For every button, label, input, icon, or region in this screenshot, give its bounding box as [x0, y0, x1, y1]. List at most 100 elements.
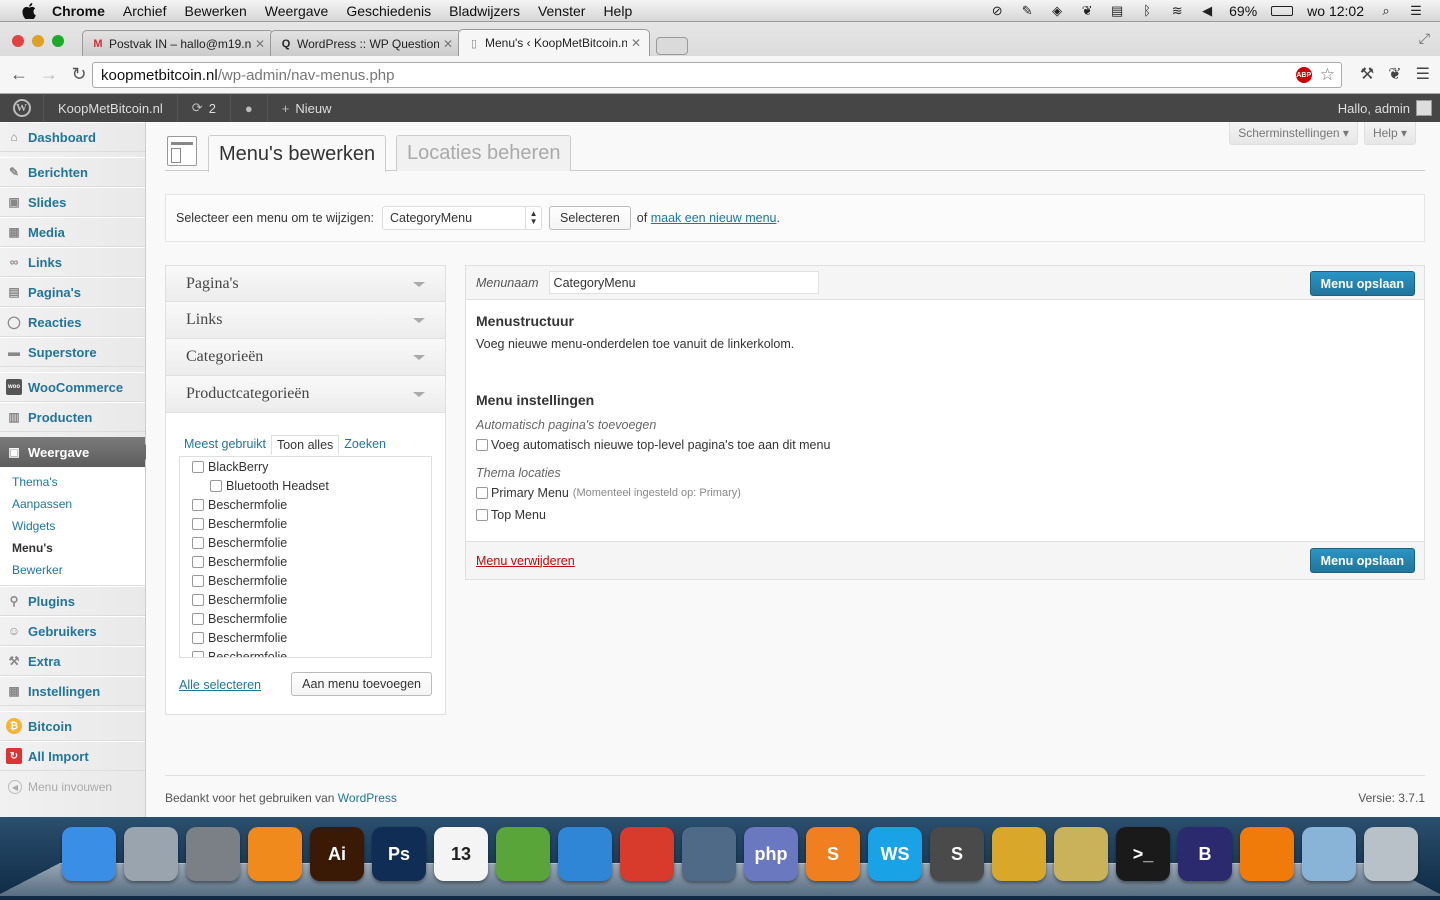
sidebar-item-all-import[interactable]: ↻ All Import: [0, 741, 145, 771]
adminbar-site-name[interactable]: KoopMetBitcoin.nl: [44, 94, 178, 122]
submenu-aanpassen[interactable]: Aanpassen: [0, 493, 145, 515]
category-item[interactable]: Beschermfolie: [180, 495, 431, 514]
database-icon[interactable]: [992, 827, 1046, 881]
tab-meest-gebruikt[interactable]: Meest gebruikt: [179, 435, 271, 455]
sidebar-item-weergave[interactable]: ▣ Weergave: [0, 437, 153, 467]
sidebar-item-slides[interactable]: ▣ Slides: [0, 187, 145, 217]
atom-icon[interactable]: B: [1178, 827, 1232, 881]
category-item[interactable]: Beschermfolie: [180, 590, 431, 609]
sidebar-item-woocommerce[interactable]: woo WooCommerce: [0, 372, 145, 402]
category-item[interactable]: Beschermfolie: [180, 609, 431, 628]
apple-icon[interactable]: [20, 2, 38, 20]
system-preferences-icon[interactable]: [186, 827, 240, 881]
wrench-icon[interactable]: ✎: [1019, 3, 1035, 18]
add-to-menu-button[interactable]: Aan menu toevoegen: [291, 672, 432, 696]
sidebar-item-superstore[interactable]: ▬ Superstore: [0, 337, 145, 367]
menu-name-input[interactable]: CategoryMenu: [548, 271, 819, 294]
category-checkbox[interactable]: [192, 536, 204, 549]
category-item[interactable]: Beschermfolie: [180, 533, 431, 552]
chrome-icon[interactable]: [620, 827, 674, 881]
clock[interactable]: wo 12:02: [1307, 3, 1364, 19]
bluetooth-icon[interactable]: ᛒ: [1139, 3, 1155, 18]
category-checkbox[interactable]: [192, 517, 204, 530]
sidebar-item-instellingen[interactable]: ▦ Instellingen: [0, 676, 145, 706]
menu-bewerken[interactable]: Bewerken: [184, 3, 246, 19]
primary-menu-checkbox[interactable]: [476, 487, 488, 499]
tab-close-icon[interactable]: ✕: [443, 37, 453, 51]
category-checkbox[interactable]: [192, 650, 204, 657]
address-bar[interactable]: koopmetbitcoin.nl/wp-admin/nav-menus.php…: [92, 62, 1342, 88]
evernote-menu-icon[interactable]: ❦: [1079, 3, 1095, 18]
chrome-menu-icon[interactable]: ☰: [1416, 64, 1430, 84]
create-new-menu-link[interactable]: maak een nieuw menu: [651, 211, 777, 225]
category-checklist[interactable]: BlackBerry Bluetooth Headset Beschermfolie…: [179, 456, 432, 658]
extension-wrench-icon[interactable]: ⚒: [1360, 64, 1374, 84]
illustrator-icon[interactable]: Ai: [310, 827, 364, 881]
fullscreen-icon[interactable]: ⤢: [1419, 30, 1430, 47]
sidebar-item-links[interactable]: ∞ Links: [0, 247, 145, 277]
browser-tab-gmail[interactable]: M Postvak IN – hallo@m19.nl ✕: [82, 30, 274, 56]
accordion-section-links[interactable]: Links: [165, 302, 446, 339]
sidebar-item-bitcoin[interactable]: ₿ Bitcoin: [0, 711, 145, 741]
hdd-icon[interactable]: ▤: [1109, 3, 1125, 18]
category-checkbox[interactable]: [192, 498, 204, 511]
category-checkbox[interactable]: [192, 574, 204, 587]
dropbox-icon[interactable]: ◈: [1049, 3, 1065, 18]
sidebar-item-plugins[interactable]: ⚲ Plugins: [0, 586, 145, 616]
webstorm-icon[interactable]: WS: [868, 827, 922, 881]
submenu-widgets[interactable]: Widgets: [0, 515, 145, 537]
reload-icon[interactable]: ↻: [68, 64, 90, 86]
evernote-icon[interactable]: [496, 827, 550, 881]
accordion-section-categorieen[interactable]: Categorieën: [165, 339, 446, 376]
category-checkbox[interactable]: [192, 612, 204, 625]
auto-add-option[interactable]: Voeg automatisch nieuwe top-level pagina…: [476, 438, 1414, 452]
select-all-link[interactable]: Alle selecteren: [179, 678, 261, 692]
wordpress-logo-icon[interactable]: W: [0, 94, 44, 122]
close-window-button[interactable]: [12, 35, 24, 47]
submenu-menus[interactable]: Menu's: [0, 537, 145, 559]
php-icon[interactable]: php: [744, 827, 798, 881]
wifi-icon[interactable]: ≋: [1169, 3, 1185, 18]
vlc-icon[interactable]: [1240, 827, 1294, 881]
category-item[interactable]: BlackBerry: [180, 457, 431, 476]
notification-center-icon[interactable]: ☰: [1408, 3, 1424, 18]
sidebar-item-berichten[interactable]: ✎ Berichten: [0, 157, 145, 187]
battery-icon[interactable]: [1271, 5, 1294, 16]
launchpad-icon[interactable]: [124, 827, 178, 881]
top-menu-checkbox[interactable]: [476, 509, 488, 521]
new-tab-button[interactable]: [656, 37, 688, 55]
browser-tab-wpquestions[interactable]: Q WordPress :: WP Questions ✕: [270, 30, 462, 56]
battery-percent[interactable]: 69%: [1229, 3, 1257, 19]
adblock-icon[interactable]: ABP: [1295, 67, 1312, 83]
adminbar-account[interactable]: Hallo, admin: [1338, 100, 1440, 116]
menu-help[interactable]: Help: [603, 3, 632, 19]
location-primary-option[interactable]: Primary Menu (Momenteel ingesteld op: Pri…: [476, 486, 1414, 500]
category-item[interactable]: Beschermfolie: [180, 647, 431, 657]
terminal-icon[interactable]: >_: [1116, 827, 1170, 881]
category-checkbox[interactable]: [192, 460, 204, 473]
folder-icon[interactable]: [1302, 827, 1356, 881]
tab-locaties-beheren[interactable]: Locaties beheren: [396, 135, 572, 171]
photoshop-icon[interactable]: Ps: [372, 827, 426, 881]
category-item[interactable]: Beschermfolie: [180, 628, 431, 647]
sidebar-item-producten[interactable]: ▥ Producten: [0, 402, 145, 432]
browser-tab-menus[interactable]: ▯ Menu's ‹ KoopMetBitcoin.nl ✕: [458, 29, 650, 56]
forward-icon[interactable]: →: [38, 64, 60, 86]
menu-geschiedenis[interactable]: Geschiedenis: [346, 3, 431, 19]
category-checkbox[interactable]: [192, 555, 204, 568]
sublime-icon[interactable]: S: [930, 827, 984, 881]
select-menu-button[interactable]: Selecteren: [549, 206, 631, 230]
save-menu-button-top[interactable]: Menu opslaan: [1309, 271, 1415, 296]
auto-add-checkbox[interactable]: [476, 439, 488, 451]
bookmark-star-icon[interactable]: ☆: [1320, 65, 1335, 85]
adminbar-updates[interactable]: ⟳ 2: [178, 94, 231, 122]
menu-archief[interactable]: Archief: [123, 3, 167, 19]
zoom-window-button[interactable]: [52, 35, 64, 47]
github-icon[interactable]: [682, 827, 736, 881]
s-icon[interactable]: S: [806, 827, 860, 881]
finder-icon[interactable]: [62, 827, 116, 881]
evernote-extension-icon[interactable]: ❦: [1388, 64, 1401, 84]
submenu-bewerker[interactable]: Bewerker: [0, 559, 145, 581]
category-checkbox[interactable]: [210, 479, 222, 492]
category-item[interactable]: Bluetooth Headset: [180, 476, 431, 495]
